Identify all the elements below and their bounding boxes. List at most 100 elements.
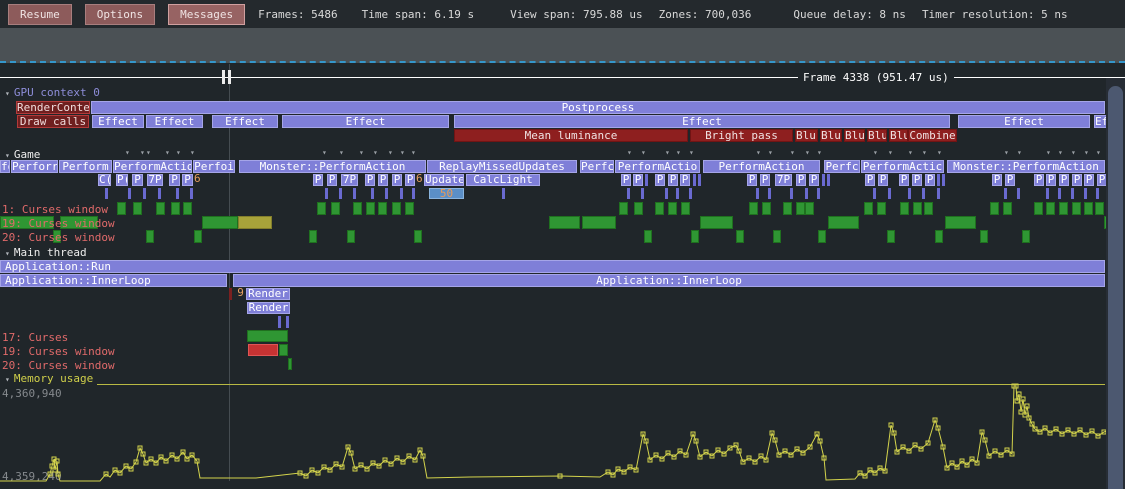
green-zone[interactable]: [681, 202, 690, 215]
zone-bar[interactable]: P: [1084, 174, 1094, 186]
green-zone[interactable]: [279, 344, 288, 356]
green-zone[interactable]: [980, 230, 988, 243]
green-zone[interactable]: [644, 230, 652, 243]
zone-bar[interactable]: Update: [424, 174, 464, 186]
zone-bar[interactable]: P(: [116, 174, 128, 186]
zone-bar[interactable]: P: [809, 174, 819, 186]
zone-bar[interactable]: P: [633, 174, 643, 186]
zone-bar[interactable]: P: [1046, 174, 1056, 186]
green-zone[interactable]: [1022, 230, 1030, 243]
zone-bar[interactable]: Monster::PerformAction: [947, 160, 1105, 173]
zone-bar[interactable]: P: [182, 174, 193, 186]
section-header-gpu[interactable]: ▾ GPU context 0: [5, 86, 100, 99]
zone-bar[interactable]: PerformAction: [703, 160, 820, 173]
zone-count[interactable]: 6: [194, 174, 200, 186]
zone-bar[interactable]: P: [378, 174, 388, 186]
zone-bar[interactable]: P: [878, 174, 888, 186]
green-zone[interactable]: [405, 202, 414, 215]
zone-bar[interactable]: P: [1059, 174, 1069, 186]
green-zone[interactable]: [655, 202, 664, 215]
zone-bar[interactable]: P: [1034, 174, 1044, 186]
zone-bar[interactable]: Application::InnerLoop: [0, 274, 227, 287]
green-zone[interactable]: [156, 202, 165, 215]
green-zone[interactable]: [924, 202, 933, 215]
zone-bar[interactable]: P: [680, 174, 690, 186]
zone-bar[interactable]: P: [365, 174, 375, 186]
zone-bar[interactable]: Perfc: [824, 160, 860, 173]
green-zone[interactable]: [736, 230, 744, 243]
green-zone[interactable]: [668, 202, 677, 215]
green-zone[interactable]: [828, 216, 859, 229]
green-zone[interactable]: [353, 202, 362, 215]
zone-bar[interactable]: P: [1005, 174, 1015, 186]
gpu-draw-zone[interactable]: Blur: [820, 129, 842, 142]
green-zone[interactable]: [347, 230, 355, 243]
green-zone[interactable]: [913, 202, 922, 215]
green-zone[interactable]: [288, 358, 292, 370]
gpu-draw-zone[interactable]: Bright pass: [690, 129, 793, 142]
zone-bar[interactable]: C(: [98, 174, 111, 186]
zone-bar[interactable]: P: [899, 174, 909, 186]
value-badge[interactable]: 50: [429, 188, 464, 199]
messages-button[interactable]: Messages: [168, 4, 245, 25]
zone-bar[interactable]: Monster::PerformAction: [239, 160, 426, 173]
green-zone[interactable]: [1084, 202, 1093, 215]
green-zone[interactable]: [392, 202, 401, 215]
green-zone[interactable]: [990, 202, 999, 215]
green-zone[interactable]: [864, 202, 873, 215]
green-zone[interactable]: [1003, 202, 1012, 215]
green-zone[interactable]: [331, 202, 340, 215]
zone-bar[interactable]: ReplayMissedUpdates: [427, 160, 577, 173]
scrollbar-track[interactable]: [1106, 78, 1125, 489]
green-zone[interactable]: [887, 230, 895, 243]
zone-bar[interactable]: Effect: [212, 115, 278, 128]
zone-bar[interactable]: Effect: [958, 115, 1090, 128]
gpu-draw-zone[interactable]: Mean luminance: [454, 129, 688, 142]
green-zone[interactable]: [877, 202, 886, 215]
zone-bar[interactable]: P: [668, 174, 678, 186]
zone-bar[interactable]: 7P: [341, 174, 358, 186]
zone-bar[interactable]: 7P: [147, 174, 163, 186]
section-header-main-thread[interactable]: ▾ Main thread: [5, 246, 87, 259]
frame-timeline-strip[interactable]: [0, 28, 1125, 63]
green-zone[interactable]: [309, 230, 317, 243]
zone-bar[interactable]: PerformActior: [113, 160, 192, 173]
zone-bar[interactable]: Effect: [146, 115, 203, 128]
green-zone[interactable]: [183, 202, 192, 215]
zone-bar[interactable]: PerformActio: [615, 160, 700, 173]
gpu-draw-zone[interactable]: Blur: [867, 129, 887, 142]
memory-graph[interactable]: [0, 0, 1125, 489]
frame-separator-handle[interactable]: [222, 70, 231, 84]
green-zone[interactable]: [366, 202, 375, 215]
green-zone[interactable]: [1046, 202, 1055, 215]
zone-bar[interactable]: P: [912, 174, 922, 186]
zone-bar[interactable]: Perfc: [580, 160, 614, 173]
green-zone[interactable]: [146, 230, 154, 243]
zone-bar[interactable]: P: [655, 174, 665, 186]
gpu-draw-zone[interactable]: Blur: [844, 129, 865, 142]
section-header-memory[interactable]: ▾ Memory usage: [5, 372, 93, 385]
green-zone[interactable]: [317, 202, 326, 215]
zone-bar[interactable]: P: [169, 174, 180, 186]
zone-bar[interactable]: Postprocess: [91, 101, 1105, 114]
green-zone[interactable]: [783, 202, 792, 215]
zone-count[interactable]: 9: [236, 288, 245, 300]
green-zone[interactable]: [582, 216, 616, 229]
zone-bar[interactable]: P: [392, 174, 402, 186]
green-zone[interactable]: [762, 202, 771, 215]
zone-bar[interactable]: Application::Run: [0, 260, 1105, 273]
zone-bar[interactable]: P: [621, 174, 631, 186]
zone-bar[interactable]: P: [313, 174, 323, 186]
thread-label-curses-1[interactable]: 1: Curses window: [2, 203, 108, 216]
green-zone[interactable]: [1072, 202, 1081, 215]
green-zone[interactable]: [700, 216, 733, 229]
green-zone[interactable]: [1095, 202, 1104, 215]
green-zone[interactable]: [1059, 202, 1068, 215]
green-zone[interactable]: [414, 230, 422, 243]
resume-button[interactable]: Resume: [8, 4, 72, 25]
green-zone[interactable]: [247, 330, 288, 342]
zone-bar[interactable]: P: [925, 174, 935, 186]
gpu-draw-zone[interactable]: Blur: [795, 129, 818, 142]
zone-bar[interactable]: PerformActic: [861, 160, 944, 173]
zone-bar[interactable]: CalcLight: [466, 174, 540, 186]
